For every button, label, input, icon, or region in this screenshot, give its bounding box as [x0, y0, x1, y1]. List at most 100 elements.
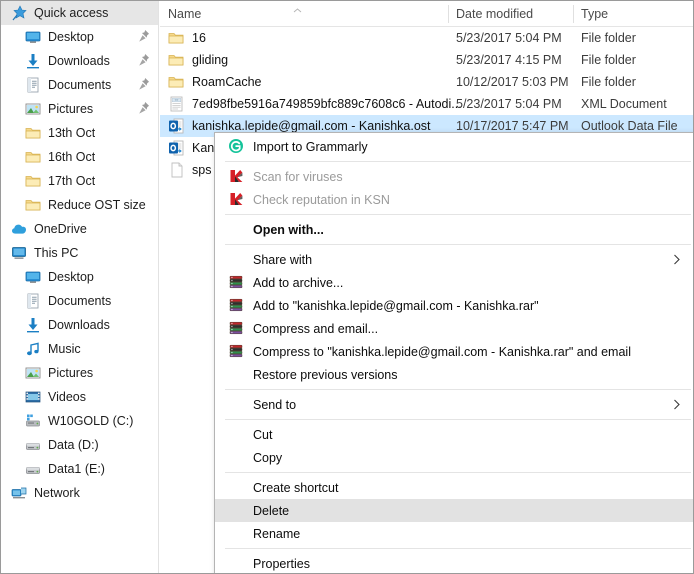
folder-icon	[25, 197, 42, 213]
sidebar-item-17th-oct[interactable]: 17th Oct	[1, 169, 158, 193]
file-name-cell[interactable]: RoamCache	[168, 71, 261, 93]
drive-icon	[25, 461, 42, 477]
sidebar-item-label: Pictures	[48, 102, 94, 116]
folder-icon	[168, 52, 186, 68]
menu-item-check-reputation-in-ksn: Check reputation in KSN	[215, 188, 693, 211]
menu-item-compress-and-email[interactable]: Compress and email...	[215, 317, 693, 340]
menu-separator	[225, 244, 691, 245]
menu-item-share-with[interactable]: Share with	[215, 248, 693, 271]
file-name-cell[interactable]: 16	[168, 27, 206, 49]
sidebar-item-label: Desktop	[48, 30, 94, 44]
date-modified-cell: 5/23/2017 5:04 PM	[456, 31, 562, 45]
menu-item-compress-to-kanishka-lepide-gmail-com-ka[interactable]: Compress to "kanishka.lepide@gmail.com -…	[215, 340, 693, 363]
sidebar-item-label: Videos	[48, 390, 86, 404]
column-header-date[interactable]: Date modified	[448, 1, 573, 27]
sidebar-item-desktop[interactable]: Desktop	[1, 25, 158, 49]
table-row[interactable]: <> 7ed98fbe5916a749859bfc889c7608c6 - Aut…	[160, 93, 693, 115]
menu-item-open-with[interactable]: Open with...	[215, 218, 693, 241]
column-header-name[interactable]: Name	[160, 1, 448, 27]
menu-item-rename[interactable]: Rename	[215, 522, 693, 545]
submenu-arrow-icon	[673, 254, 681, 265]
pushpin-icon[interactable]	[138, 77, 150, 91]
sidebar-item-w10gold-c[interactable]: W10GOLD (C:)	[1, 409, 158, 433]
column-header-type[interactable]: Type	[573, 1, 693, 27]
file-name-cell[interactable]: Kan	[168, 137, 214, 159]
menu-item-properties[interactable]: Properties	[215, 552, 693, 573]
column-divider[interactable]	[448, 5, 449, 23]
desktop-icon	[25, 29, 42, 45]
sidebar-item-network[interactable]: Network	[1, 481, 158, 505]
table-row[interactable]: 16 5/23/2017 5:04 PM File folder	[160, 27, 693, 49]
file-type-cell: XML Document	[581, 97, 667, 111]
menu-separator	[225, 419, 691, 420]
sidebar-item-data-d[interactable]: Data (D:)	[1, 433, 158, 457]
sidebar-item-documents[interactable]: Documents	[1, 73, 158, 97]
menu-item-restore-previous-versions[interactable]: Restore previous versions	[215, 363, 693, 386]
sidebar-item-pictures[interactable]: Pictures	[1, 361, 158, 385]
folder-icon	[25, 125, 42, 141]
column-divider[interactable]	[573, 5, 574, 23]
date-modified-cell: 5/23/2017 4:15 PM	[456, 53, 562, 67]
menu-item-import-to-grammarly[interactable]: Import to Grammarly	[215, 135, 693, 158]
menu-item-create-shortcut[interactable]: Create shortcut	[215, 476, 693, 499]
sidebar-item-this-pc[interactable]: This PC	[1, 241, 158, 265]
xml-document-icon: <>	[168, 96, 186, 112]
pushpin-icon[interactable]	[138, 101, 150, 115]
menu-item-label: Delete	[253, 503, 290, 518]
this-pc-icon	[11, 245, 28, 261]
sidebar-item-pictures[interactable]: Pictures	[1, 97, 158, 121]
pushpin-icon[interactable]	[138, 29, 150, 43]
sidebar-item-label: Downloads	[48, 318, 110, 332]
menu-item-label: Check reputation in KSN	[253, 192, 390, 207]
file-name-label: sps	[192, 163, 212, 177]
sidebar-item-music[interactable]: Music	[1, 337, 158, 361]
winrar-icon	[228, 274, 244, 290]
file-explorer-window: Quick access Desktop Downloads Documents Pic…	[0, 0, 694, 574]
sidebar-item-label: Documents	[48, 78, 112, 92]
music-icon	[25, 341, 42, 357]
menu-item-delete[interactable]: Delete	[215, 499, 693, 522]
sidebar-item-label: W10GOLD (C:)	[48, 414, 134, 428]
sidebar-item-documents[interactable]: Documents	[1, 289, 158, 313]
menu-item-label: Compress and email...	[253, 321, 379, 336]
file-name-cell[interactable]: gliding	[168, 49, 228, 71]
file-type-cell: File folder	[581, 75, 636, 89]
file-name-label: kanishka.lepide@gmail.com - Kanishka.ost	[192, 119, 431, 133]
menu-item-label: Share with	[253, 252, 313, 267]
sidebar-item-16th-oct[interactable]: 16th Oct	[1, 145, 158, 169]
sidebar-item-label: Pictures	[48, 366, 94, 380]
sidebar-item-desktop[interactable]: Desktop	[1, 265, 158, 289]
sidebar-item-videos[interactable]: Videos	[1, 385, 158, 409]
sidebar-item-label: 17th Oct	[48, 174, 96, 188]
sidebar-item-reduce-ost-size[interactable]: Reduce OST size	[1, 193, 158, 217]
svg-text:<>: <>	[175, 98, 179, 102]
sidebar-item-data1-e[interactable]: Data1 (E:)	[1, 457, 158, 481]
folder-icon	[168, 30, 186, 46]
generic-file-icon	[168, 162, 186, 178]
table-row[interactable]: RoamCache 10/12/2017 5:03 PM File folder	[160, 71, 693, 93]
menu-item-send-to[interactable]: Send to	[215, 393, 693, 416]
menu-item-add-to-kanishka-lepide-gmail-com-kanishk[interactable]: Add to "kanishka.lepide@gmail.com - Kani…	[215, 294, 693, 317]
sidebar-item-downloads[interactable]: Downloads	[1, 313, 158, 337]
folder-icon	[25, 149, 42, 165]
system-drive-icon	[25, 413, 42, 429]
winrar-icon	[228, 343, 244, 359]
menu-item-cut[interactable]: Cut	[215, 423, 693, 446]
table-row[interactable]: gliding 5/23/2017 4:15 PM File folder	[160, 49, 693, 71]
file-name-cell[interactable]: sps	[168, 159, 211, 181]
menu-item-label: Copy	[253, 450, 283, 465]
pushpin-icon[interactable]	[138, 53, 150, 67]
menu-item-add-to-archive[interactable]: Add to archive...	[215, 271, 693, 294]
sidebar-item-downloads[interactable]: Downloads	[1, 49, 158, 73]
kaspersky-icon	[228, 168, 244, 184]
sidebar-item-13th-oct[interactable]: 13th Oct	[1, 121, 158, 145]
menu-item-label: Properties	[253, 556, 310, 571]
file-name-label: RoamCache	[192, 75, 262, 89]
column-header-label: Name	[168, 7, 202, 21]
menu-item-label: Send to	[253, 397, 297, 412]
menu-item-label: Rename	[253, 526, 301, 541]
sidebar-item-onedrive[interactable]: OneDrive	[1, 217, 158, 241]
file-name-cell[interactable]: <> 7ed98fbe5916a749859bfc889c7608c6 - Aut…	[168, 93, 462, 115]
sidebar-item-quick-access[interactable]: Quick access	[1, 1, 158, 25]
menu-item-copy[interactable]: Copy	[215, 446, 693, 469]
